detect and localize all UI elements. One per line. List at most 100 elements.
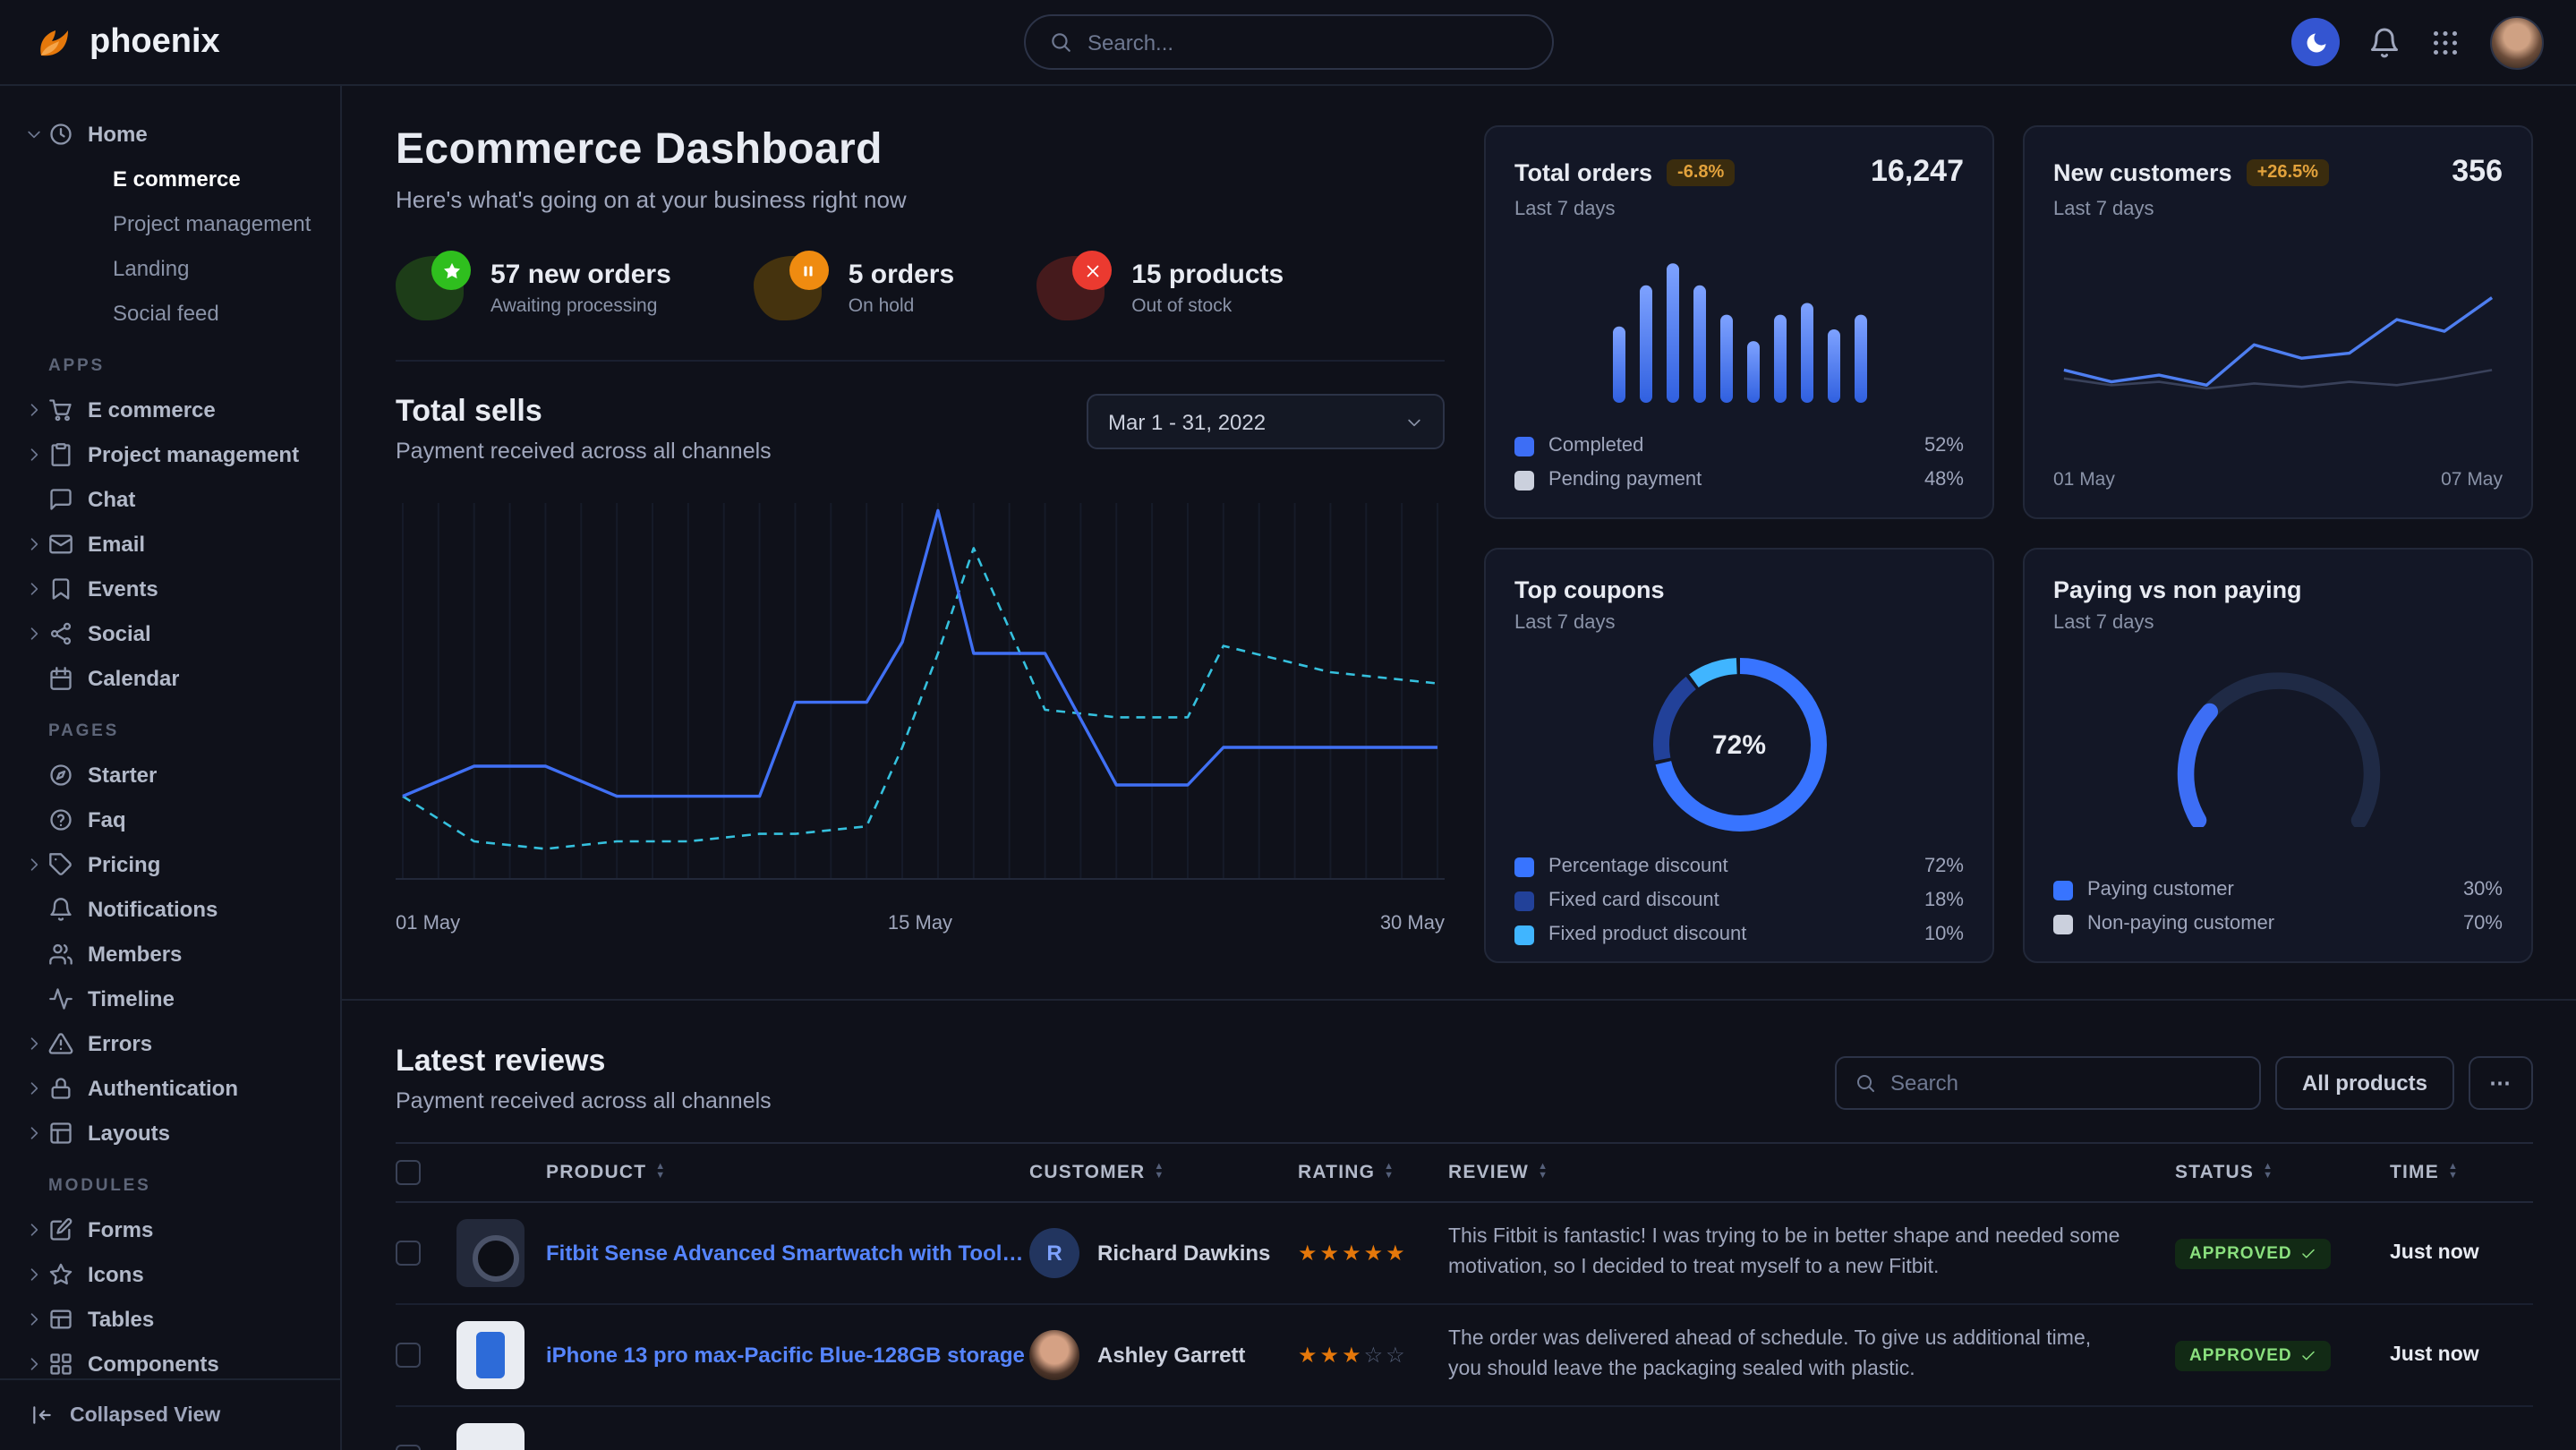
sidebar-item-email[interactable]: Email	[25, 521, 326, 566]
star-icon: ★	[1320, 1343, 1343, 1368]
theme-toggle-button[interactable]	[2291, 18, 2340, 66]
sidebar-item-members[interactable]: Members	[25, 931, 326, 976]
row-checkbox[interactable]	[396, 1445, 421, 1450]
legend-label: Completed	[1548, 435, 1643, 456]
legend-swatch	[2053, 880, 2073, 900]
sidebar-item-layouts[interactable]: Layouts	[25, 1110, 326, 1155]
apps-menu-button[interactable]	[2429, 26, 2461, 58]
sidebar-item-home[interactable]: Home	[25, 111, 326, 156]
reviews-title: Latest reviews	[396, 1044, 772, 1079]
date-range-select[interactable]: Mar 1 - 31, 2022	[1087, 394, 1445, 449]
stat-value: 5 orders	[849, 260, 954, 290]
select-all-checkbox[interactable]	[396, 1160, 421, 1185]
column-header-status[interactable]: STATUS▲▼	[2175, 1162, 2390, 1183]
sidebar-item-label: Faq	[88, 806, 126, 832]
status-badge: APPROVED	[2175, 1340, 2332, 1370]
column-header-review[interactable]: REVIEW▲▼	[1448, 1162, 2175, 1183]
latest-reviews-section: Latest reviews Payment received across a…	[342, 999, 2576, 1450]
sidebar-item-icons[interactable]: Icons	[25, 1251, 326, 1296]
dashboard-left-column: Ecommerce Dashboard Here's what's going …	[396, 125, 1445, 934]
stat-item-on-hold: 5 orders On hold	[754, 256, 954, 320]
row-checkbox[interactable]	[396, 1343, 421, 1368]
global-search[interactable]	[1023, 14, 1553, 70]
user-avatar[interactable]	[2490, 15, 2544, 69]
chevron-right-icon	[25, 1034, 43, 1052]
collapsed-view-toggle[interactable]: Collapsed View	[0, 1378, 340, 1450]
column-header-rating[interactable]: RATING▲▼	[1298, 1162, 1448, 1183]
product-link[interactable]: Fitbit Sense Advanced Smartwatch with To…	[546, 1241, 1029, 1266]
sidebar-subitem-e-commerce[interactable]: E commerce	[25, 156, 326, 200]
legend-row-completed: Completed52%	[1514, 435, 1964, 456]
legend-value: 70%	[2463, 913, 2503, 934]
help-icon	[48, 806, 73, 832]
sidebar-item-label: Pricing	[88, 851, 160, 876]
sidebar-item-social[interactable]: Social	[25, 610, 326, 655]
new-customers-badge: +26.5%	[2247, 158, 2329, 185]
sidebar-item-label: Icons	[88, 1261, 144, 1286]
sidebar-item-forms[interactable]: Forms	[25, 1207, 326, 1251]
column-header-product[interactable]: PRODUCT▲▼	[456, 1162, 1029, 1183]
clipboard-icon	[48, 441, 73, 466]
dashboard-cards-grid: Total orders -6.8% 16,247 Last 7 days Co…	[1484, 125, 2533, 963]
sidebar-item-components[interactable]: Components	[25, 1341, 326, 1378]
share-icon	[48, 620, 73, 645]
customer-cell: Ashley Garrett	[1029, 1330, 1298, 1380]
mail-icon	[48, 531, 73, 556]
sidebar-item-timeline[interactable]: Timeline	[25, 976, 326, 1020]
reviews-search-input[interactable]	[1890, 1070, 2241, 1096]
sidebar-item-label: Email	[88, 531, 145, 556]
row-checkbox-cell	[396, 1445, 456, 1450]
stat-value: 57 new orders	[490, 260, 671, 290]
sidebar-item-events[interactable]: Events	[25, 566, 326, 610]
customer-cell: RRichard Dawkins	[1029, 1228, 1298, 1278]
card-period: Last 7 days	[1514, 199, 1964, 220]
sidebar-item-authentication[interactable]: Authentication	[25, 1065, 326, 1110]
sort-icon: ▲▼	[1384, 1164, 1395, 1181]
customer-name: Richard Dawkins	[1097, 1241, 1270, 1266]
sidebar-item-tables[interactable]: Tables	[25, 1296, 326, 1341]
sidebar-item-errors[interactable]: Errors	[25, 1020, 326, 1065]
components-icon	[48, 1351, 73, 1376]
notifications-button[interactable]	[2368, 26, 2401, 58]
sidebar-item-starter[interactable]: Starter	[25, 752, 326, 797]
layout: HomeE commerceProject managementLandingS…	[0, 86, 2576, 1450]
table-row: iPhone 13 pro max-Pacific Blue-128GB sto…	[396, 1305, 2533, 1407]
stat-caption: On hold	[849, 295, 954, 317]
sidebar-item-calendar[interactable]: Calendar	[25, 655, 326, 700]
chevron-right-icon	[25, 1354, 43, 1372]
users-icon	[48, 941, 73, 966]
column-header-customer[interactable]: CUSTOMER▲▼	[1029, 1162, 1298, 1183]
sidebar-subitem-project-management[interactable]: Project management	[25, 200, 326, 245]
sidebar-subitem-landing[interactable]: Landing	[25, 245, 326, 290]
column-label: PRODUCT	[546, 1162, 646, 1183]
global-search-input[interactable]	[1088, 30, 1528, 55]
table-row: Fitbit Sense Advanced Smartwatch with To…	[396, 1203, 2533, 1305]
product-link[interactable]: iPhone 13 pro max-Pacific Blue-128GB sto…	[546, 1343, 1025, 1368]
stat-blob	[396, 256, 464, 320]
status-label: APPROVED	[2189, 1243, 2292, 1263]
sidebar-subitem-social-feed[interactable]: Social feed	[25, 290, 326, 335]
app-root: phoenix HomeE commerceProject management…	[0, 0, 2576, 1450]
reviews-search[interactable]	[1835, 1056, 2261, 1110]
column-header-time[interactable]: TIME▲▼	[2390, 1162, 2533, 1183]
x-solid-icon	[1072, 251, 1112, 290]
row-checkbox[interactable]	[396, 1241, 421, 1266]
legend-label: Paying customer	[2087, 879, 2234, 900]
chevron-down-icon	[25, 124, 43, 142]
customer-avatar	[1029, 1330, 1079, 1380]
bookmark-icon	[48, 576, 73, 601]
table-icon	[48, 1306, 73, 1331]
sidebar-item-project-management[interactable]: Project management	[25, 431, 326, 476]
sidebar-item-notifications[interactable]: Notifications	[25, 886, 326, 931]
brand[interactable]: phoenix	[32, 21, 220, 64]
card-period: Last 7 days	[2053, 612, 2503, 634]
sidebar-item-pricing[interactable]: Pricing	[25, 841, 326, 886]
legend-swatch	[1514, 925, 1534, 944]
sidebar-item-faq[interactable]: Faq	[25, 797, 326, 841]
more-options-button[interactable]: ⋯	[2469, 1056, 2533, 1110]
sidebar-item-e-commerce[interactable]: E commerce	[25, 387, 326, 431]
row-checkbox-cell	[396, 1343, 456, 1368]
all-products-button[interactable]: All products	[2275, 1056, 2454, 1110]
sidebar-item-chat[interactable]: Chat	[25, 476, 326, 521]
sort-icon: ▲▼	[2448, 1164, 2459, 1181]
